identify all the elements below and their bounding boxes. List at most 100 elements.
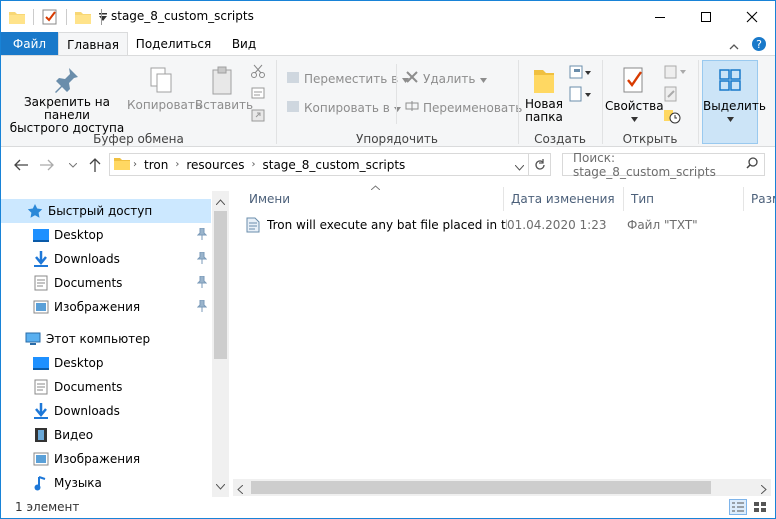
up-arrow-icon[interactable] xyxy=(85,155,105,175)
chevron-down-icon xyxy=(393,101,401,115)
pictures-icon xyxy=(33,299,49,315)
new-item-icon[interactable] xyxy=(569,64,591,83)
cut-icon[interactable] xyxy=(251,64,265,81)
tab-home[interactable]: Главная xyxy=(58,32,128,56)
nav-pc-videos[interactable]: Видео xyxy=(1,423,211,447)
address-dropdown-icon[interactable] xyxy=(514,160,525,174)
tab-file[interactable]: Файл xyxy=(1,32,58,56)
nav-qa-desktop[interactable]: Desktop xyxy=(1,223,211,247)
tab-share[interactable]: Поделиться xyxy=(131,32,216,56)
file-list-hscrollbar[interactable] xyxy=(233,479,771,496)
film-icon xyxy=(33,427,49,443)
rename-button[interactable]: Переименовать xyxy=(405,99,522,116)
file-date: 01.04.2020 1:23 xyxy=(507,218,607,232)
nav-pc-documents[interactable]: Documents xyxy=(1,375,211,399)
maximize-button[interactable] xyxy=(683,1,729,32)
breadcrumb-resources[interactable]: resources xyxy=(182,158,248,172)
select-button[interactable]: Выделить xyxy=(702,60,766,144)
column-header-name[interactable]: Имени xyxy=(241,187,503,211)
star-icon xyxy=(27,203,43,219)
properties-qat-button[interactable] xyxy=(40,7,60,27)
paste-shortcut-icon[interactable] xyxy=(251,108,265,125)
copy-to-icon xyxy=(286,99,300,116)
back-arrow-icon[interactable] xyxy=(11,155,31,175)
file-row[interactable]: Tron will execute any bat file placed in… xyxy=(245,213,776,237)
nav-pc-downloads[interactable]: Downloads xyxy=(1,399,211,423)
select-grid-icon xyxy=(703,69,757,91)
scroll-left-arrow-icon[interactable] xyxy=(237,483,244,497)
clipboard-group-label: Буфер обмена xyxy=(93,132,184,146)
large-icons-view-button[interactable] xyxy=(751,499,769,515)
nav-pc-desktop[interactable]: Desktop xyxy=(1,351,211,375)
scroll-up-arrow-icon[interactable] xyxy=(215,194,226,208)
copy-button[interactable]: Копировать xyxy=(127,66,202,112)
new-folder-button[interactable]: Новая папка xyxy=(523,66,565,124)
window-title: stage_8_custom_scripts xyxy=(111,9,254,23)
explorer-window: stage_8_custom_scripts Файл Главная Поде… xyxy=(0,0,776,519)
column-header-size[interactable]: Разм xyxy=(743,187,775,211)
title-bar: stage_8_custom_scripts xyxy=(1,1,775,32)
column-header-date[interactable]: Дата изменения xyxy=(503,187,623,211)
details-view-button[interactable] xyxy=(729,499,747,515)
chevron-down-icon xyxy=(605,117,663,122)
nav-scrollbar[interactable] xyxy=(212,191,229,497)
breadcrumb-stage-8[interactable]: stage_8_custom_scripts xyxy=(258,158,409,172)
folder-icon xyxy=(114,156,130,173)
file-type: Файл "TXT" xyxy=(627,218,698,232)
scroll-right-arrow-icon[interactable] xyxy=(760,483,767,497)
forward-arrow-icon[interactable] xyxy=(37,155,57,175)
open-icon[interactable] xyxy=(663,64,687,83)
address-bar[interactable]: › tron › resources › stage_8_custom_scri… xyxy=(109,153,551,176)
scroll-down-arrow-icon[interactable] xyxy=(215,479,226,493)
nav-scrollbar-thumb[interactable] xyxy=(214,211,227,359)
pin-quick-access-button[interactable]: Закрепить на панели быстрого доступа xyxy=(7,66,127,135)
chevron-right-icon: › xyxy=(251,159,256,170)
column-header-type[interactable]: Тип xyxy=(623,187,743,211)
computer-icon xyxy=(25,331,41,347)
rename-icon xyxy=(405,99,419,116)
refresh-icon[interactable] xyxy=(528,154,550,175)
new-folder-qat-button[interactable] xyxy=(73,7,93,27)
copy-path-icon[interactable] xyxy=(251,86,265,103)
nav-pc-music[interactable]: Музыка xyxy=(1,471,211,495)
paste-button[interactable]: Вставить xyxy=(195,66,253,112)
nav-qa-downloads[interactable]: Downloads xyxy=(1,247,211,271)
download-arrow-icon xyxy=(33,251,49,267)
close-button[interactable] xyxy=(729,1,775,32)
ribbon-tabs: Файл Главная Поделиться Вид ? xyxy=(1,32,775,56)
document-icon xyxy=(33,275,49,291)
tab-view[interactable]: Вид xyxy=(219,32,269,56)
nav-quick-access[interactable]: Быстрый доступ xyxy=(1,199,211,223)
folder-icon xyxy=(7,7,27,27)
search-input[interactable]: Поиск: stage_8_custom_scripts xyxy=(562,151,765,179)
desktop-icon xyxy=(33,227,49,243)
create-group-label: Создать xyxy=(534,132,586,146)
nav-qa-documents[interactable]: Documents xyxy=(1,271,211,295)
customize-qat-dropdown[interactable] xyxy=(93,7,113,27)
pin-icon xyxy=(196,275,208,291)
delete-button[interactable]: Удалить xyxy=(405,70,487,87)
easy-access-icon[interactable] xyxy=(569,86,591,105)
nav-pc-pictures[interactable]: Изображения xyxy=(1,447,211,471)
properties-check-icon xyxy=(605,66,663,100)
copy-icon xyxy=(127,66,195,99)
organize-group-label: Упорядочить xyxy=(356,132,438,146)
edit-icon[interactable] xyxy=(663,86,679,105)
collapse-ribbon-icon[interactable] xyxy=(729,39,739,53)
copy-to-button[interactable]: Копировать в xyxy=(286,99,401,116)
hscrollbar-thumb[interactable] xyxy=(251,481,711,494)
nav-qa-pictures[interactable]: Изображения xyxy=(1,295,211,319)
breadcrumb-tron[interactable]: tron xyxy=(140,158,172,172)
details-view-icon xyxy=(732,502,744,512)
move-to-button[interactable]: Переместить в xyxy=(286,70,410,87)
delete-x-icon xyxy=(405,70,419,87)
pictures-icon xyxy=(33,451,49,467)
search-icon xyxy=(746,157,758,172)
nav-this-pc[interactable]: Этот компьютер xyxy=(1,327,211,351)
pin-icon xyxy=(196,251,208,267)
minimize-button[interactable] xyxy=(637,1,683,32)
recent-locations-chevron-icon[interactable] xyxy=(63,155,83,175)
history-icon[interactable] xyxy=(663,108,681,127)
properties-button[interactable]: Свойства xyxy=(605,66,664,122)
help-icon[interactable]: ? xyxy=(751,36,767,55)
